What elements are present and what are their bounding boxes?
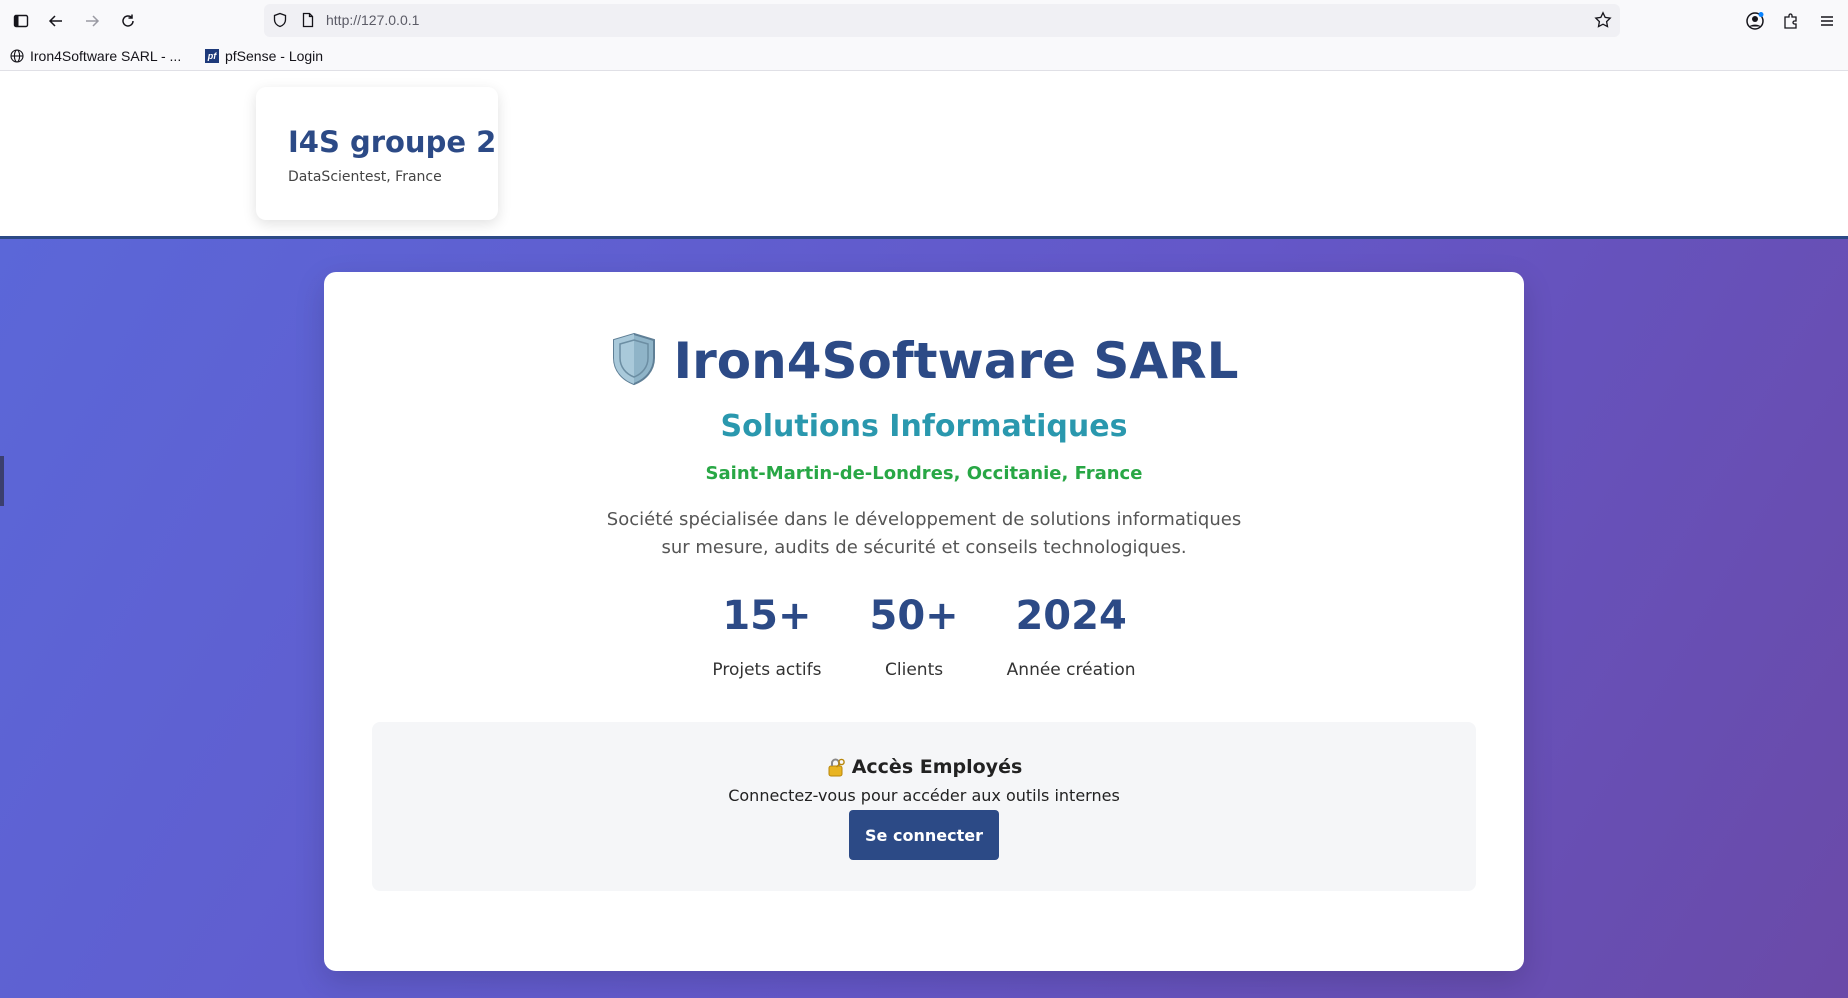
bookmark-label: pfSense - Login [225,48,324,64]
browser-toolbar: http://127.0.0.1 [0,0,1848,41]
location: Saint-Martin-de-Londres, Occitanie, Fran… [705,463,1143,484]
bookmark-iron4software[interactable]: Iron4Software SARL - ... [10,46,181,66]
stat-value: 50+ [869,593,959,639]
lock-icon [826,757,846,777]
hero-subtitle: Solutions Informatiques [720,409,1128,444]
menu-icon[interactable] [1813,7,1841,35]
description: Société spécialisée dans le développemen… [324,506,1524,562]
stat-year: 2024 Année création [1007,590,1136,680]
extensions-icon[interactable] [1777,7,1805,35]
reload-icon[interactable] [114,7,142,35]
stat-value: 15+ [722,593,812,639]
stat-value: 2024 [1015,593,1127,639]
pfsense-icon-text: pf [205,49,219,63]
bookmark-pfsense[interactable]: pf pfSense - Login [205,46,323,66]
bookmark-label: Iron4Software SARL - ... [30,48,182,64]
sidebar-toggle-icon[interactable] [7,7,35,35]
brand-subtitle: DataScientest, France [288,169,442,185]
stats: 15+ Projets actifs 50+ Clients 2024 Anné… [324,590,1524,680]
brand-card: I4S groupe 2 DataScientest, France [256,87,498,220]
access-subtitle: Connectez-vous pour accéder aux outils i… [728,786,1120,805]
hero-title: Iron4Software SARL [673,332,1239,390]
stat-projects: 15+ Projets actifs [712,590,821,680]
login-button[interactable]: Se connecter [849,810,999,860]
main-card: Iron4Software SARL Solutions Informatiqu… [324,272,1524,971]
back-icon[interactable] [42,7,70,35]
stat-label: Projets actifs [712,660,822,680]
access-title: Accès Employés [851,756,1023,778]
description-line-2: sur mesure, audits de sécurité et consei… [661,537,1187,558]
stat-label: Année création [1006,660,1136,680]
account-icon[interactable] [1741,7,1769,35]
brand-title: I4S groupe 2 [288,125,497,159]
side-tab[interactable] [0,456,4,506]
url-text[interactable]: http://127.0.0.1 [326,12,419,28]
access-title-row: Accès Employés [372,756,1476,778]
description-line-1: Société spécialisée dans le développemen… [606,509,1242,530]
url-bar[interactable]: http://127.0.0.1 [264,4,1620,37]
stat-clients: 50+ Clients [869,590,958,680]
stat-label: Clients [885,660,944,680]
employee-access: Accès Employés Connectez-vous pour accéd… [372,722,1476,891]
page-icon[interactable] [300,12,316,32]
pfsense-icon: pf [205,49,219,63]
hero-title-row: Iron4Software SARL [324,326,1524,396]
shield-icon [610,332,658,390]
top-header: I4S groupe 2 DataScientest, France [0,71,1848,236]
bookmarks-bar: Iron4Software SARL - ... pf pfSense - Lo… [0,41,1848,71]
star-icon[interactable] [1594,11,1612,33]
page: I4S groupe 2 DataScientest, France Iron4… [0,71,1848,998]
forward-icon[interactable] [78,7,106,35]
globe-icon [10,49,24,63]
shield-icon[interactable] [272,12,288,32]
